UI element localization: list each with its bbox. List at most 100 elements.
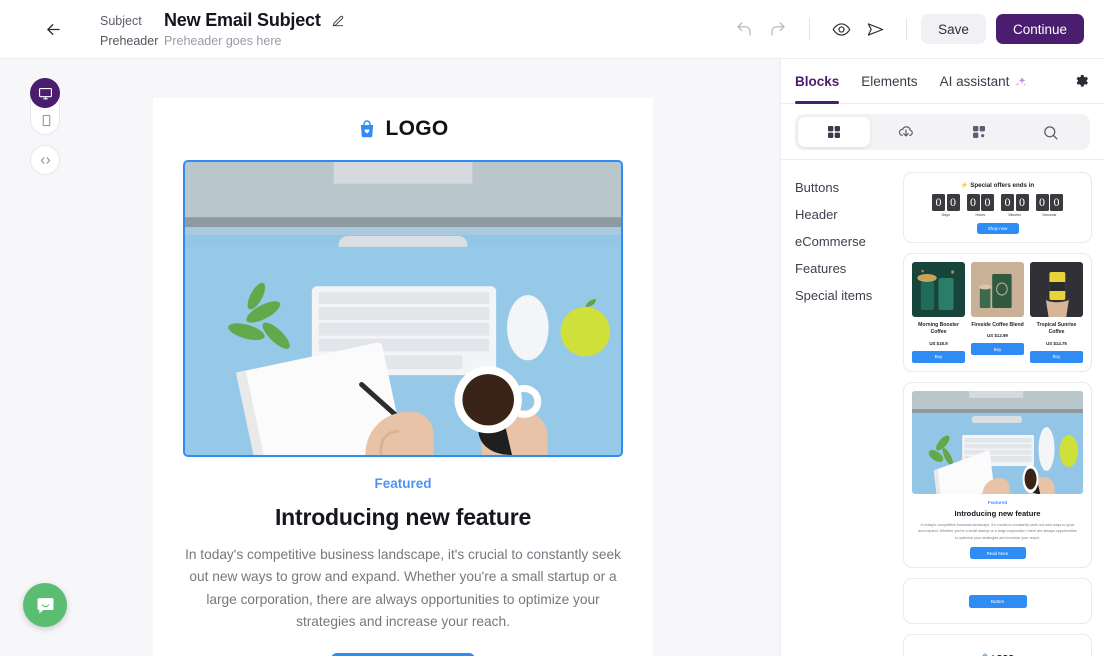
countdown-unit-label: Minutes [1008,213,1022,217]
block-preview-products[interactable]: Morning Booster Coffee US $18.9 Buy Fire… [903,253,1092,372]
subject-label: Subject [100,13,142,28]
hero-heading: Introducing new feature [274,504,532,530]
tab-ai-assistant-label: AI assistant [939,73,1010,89]
pencil-icon [332,15,343,26]
search-icon [1044,125,1058,140]
preheader-value[interactable]: Preheader goes here [164,34,281,48]
segment-blocks-grid[interactable] [798,117,871,147]
subject-preheader-block: Subject New Email Subject Preheader Preh… [100,10,345,48]
email-logo-block[interactable]: LOGO [153,98,653,160]
eye-icon [832,22,851,36]
email-canvas[interactable]: LOGO Featured Introducing new feature In… [88,59,780,656]
shopping-bag-heart-icon [361,120,374,138]
product-image [971,262,1024,317]
desk-flatlay-photo [185,162,621,455]
redo-icon [771,22,785,36]
block-preview-logo[interactable]: LOGO [903,634,1092,656]
device-switcher [30,78,60,135]
category-special-items[interactable]: Special items [795,282,895,309]
product-price: US $14.75 [1046,340,1067,346]
featured-label: Featured [374,476,432,491]
preheader-label: Preheader [100,34,159,48]
product-name: Tropical Sunrise Coffee [1036,322,1077,336]
code-view-button[interactable] [30,145,60,175]
preview-button[interactable] [824,12,858,46]
back-button[interactable] [36,12,70,46]
toolbar-divider-2 [906,18,908,40]
product-buy-button[interactable]: Buy [971,343,1024,356]
left-rail [0,59,88,656]
countdown-unit-label: Days [941,213,950,217]
segment-saved-cloud[interactable] [870,117,942,147]
countdown-units: 0 0 Days 0 0 Hours 0 0 Minutes 0 0 Secon… [912,194,1083,217]
continue-button[interactable]: Continue [995,14,1084,44]
logo-preview: LOGO [981,653,1014,656]
product-buy-button[interactable]: Buy [1030,350,1083,363]
category-buttons[interactable]: Buttons [795,174,895,201]
product-row: Morning Booster Coffee US $18.9 Buy Fire… [912,262,1083,363]
featured-preview-image [912,390,1083,494]
redo-button[interactable] [761,12,795,46]
product-card[interactable]: Tropical Sunrise Coffee US $14.75 Buy [1030,262,1083,363]
product-price: US $18.9 [929,340,948,346]
segment-search[interactable] [1015,117,1087,147]
featured-preview-heading: Introducing new feature [954,508,1041,518]
right-panel: Blocks Elements AI assistant Buttons Hea… [780,59,1104,656]
device-mobile-button[interactable] [31,106,61,134]
countdown-digits: 0 0 [1001,194,1029,211]
edit-subject-button[interactable] [331,14,345,28]
countdown-digit: 0 [966,194,980,211]
product-image [1030,262,1083,317]
hero-image-block[interactable] [183,160,623,457]
undo-icon [737,22,751,36]
product-buy-button[interactable]: Buy [912,350,965,363]
tab-blocks[interactable]: Blocks [795,59,840,104]
code-brackets-icon [40,156,50,164]
category-features[interactable]: Features [795,255,895,282]
countdown-unit-label: Seconds [1042,213,1057,217]
support-chat-button[interactable] [23,583,67,627]
hero-image-wrapper [153,160,653,457]
panel-segmented-control [795,114,1090,150]
countdown-digit: 0 [932,194,945,211]
panel-body: Buttons Header eCommerse Features Specia… [781,159,1104,656]
block-preview-featured[interactable]: Featured Introducing new feature In toda… [903,381,1092,569]
device-desktop-button[interactable] [30,78,60,108]
countdown-unit: 0 0 Days [932,194,960,217]
tab-ai-assistant[interactable]: AI assistant [940,59,1029,104]
tab-elements[interactable]: Elements [861,59,917,104]
generic-button-preview[interactable]: Button [968,594,1027,608]
undo-button[interactable] [727,12,761,46]
countdown-digits: 0 0 [1035,194,1063,211]
gear-icon [1076,74,1089,87]
panel-settings-button[interactable] [1073,73,1090,90]
product-price: US $12.99 [987,333,1008,339]
product-name: Fireside Coffee Blend [971,322,1024,328]
preheader-row: Preheader Preheader goes here [100,34,345,48]
product-card[interactable]: Morning Booster Coffee US $18.9 Buy [912,262,965,363]
block-previews-list[interactable]: ⚡ Special offers ends in 0 0 Days 0 0 Ho… [895,160,1104,656]
block-preview-button[interactable]: Button [903,578,1092,625]
send-test-button[interactable] [858,12,892,46]
countdown-digits: 0 0 [966,194,994,211]
featured-preview-label: Featured [987,499,1008,505]
countdown-shop-now-button[interactable]: Shop now [976,223,1019,234]
product-card[interactable]: Fireside Coffee Blend US $12.99 Buy [971,262,1024,363]
category-header[interactable]: Header [795,201,895,228]
countdown-unit-label: Hours [975,213,986,217]
countdown-digit: 0 [946,194,960,211]
countdown-digits: 0 0 [932,194,960,211]
countdown-unit: 0 0 Minutes [1001,194,1029,217]
panel-tabs: Blocks Elements AI assistant [781,59,1104,104]
featured-preview-paragraph: In today's competitive business landscap… [918,522,1077,540]
countdown-title-row: ⚡ Special offers ends in [912,181,1083,189]
subject-value[interactable]: New Email Subject [164,10,321,31]
segment-modules[interactable] [943,117,1015,147]
category-ecommerce[interactable]: eCommerse [795,228,895,255]
save-button[interactable]: Save [921,14,986,44]
countdown-digit: 0 [1001,194,1014,211]
grid-blocks-icon [828,126,841,138]
button-block-inner: Button [912,587,1083,615]
block-preview-countdown[interactable]: ⚡ Special offers ends in 0 0 Days 0 0 Ho… [903,172,1092,243]
featured-preview-button[interactable]: Read More [969,547,1026,560]
